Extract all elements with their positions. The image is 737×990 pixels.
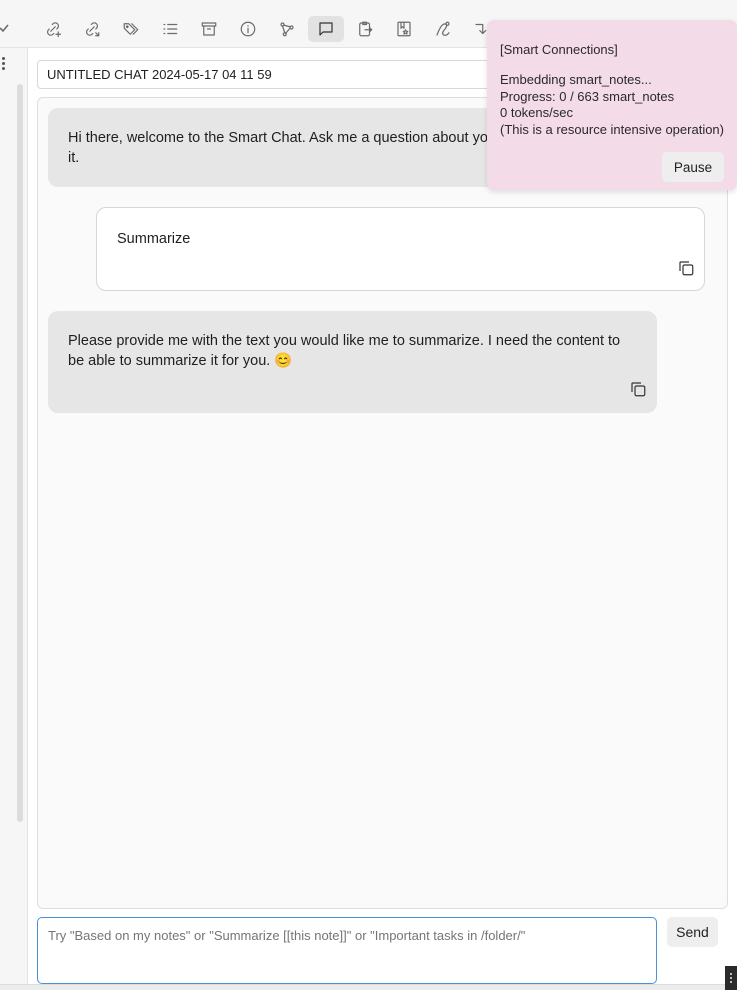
hand-drawn-icon[interactable]	[432, 18, 454, 40]
copy-icon[interactable]	[677, 259, 695, 277]
clipboard-export-icon[interactable]	[354, 18, 376, 40]
chat-icon[interactable]	[308, 16, 344, 42]
info-icon[interactable]	[237, 18, 259, 40]
resize-handle[interactable]	[725, 966, 737, 990]
user-message: Summarize	[96, 207, 705, 291]
chat-messages-area: Hi there, welcome to the Smart Chat. Ask…	[37, 97, 728, 909]
scrollbar[interactable]	[17, 84, 23, 822]
notice-title: [Smart Connections]	[500, 42, 618, 57]
notice-progress: Progress: 0 / 663 smart_notes	[500, 88, 675, 104]
chat-input[interactable]	[37, 917, 657, 984]
left-panel-strip	[0, 48, 28, 984]
notice-body: Embedding smart_notes... Progress: 0 / 6…	[500, 72, 724, 138]
send-button[interactable]: Send	[667, 917, 718, 947]
bookmark-star-icon[interactable]	[393, 18, 415, 40]
message-text: Please provide me with the text you woul…	[68, 333, 621, 369]
check-icon[interactable]	[0, 22, 12, 34]
status-bar	[0, 984, 737, 990]
notice-line: Embedding smart_notes...	[500, 72, 652, 87]
app-window: UNTITLED CHAT 2024-05-17 04 11 59 Hi the…	[0, 0, 737, 990]
message-text: Summarize	[117, 231, 191, 247]
notice-warning: (This is a resource intensive operation)	[500, 121, 724, 137]
graph-icon[interactable]	[276, 18, 298, 40]
notice-rate: 0 tokens/sec	[500, 105, 573, 120]
link-out-icon[interactable]	[81, 18, 103, 40]
assistant-message: Please provide me with the text you woul…	[48, 311, 657, 413]
more-options-icon[interactable]	[2, 57, 8, 73]
list-icon[interactable]	[159, 18, 181, 40]
smart-connections-notice: [Smart Connections] Embedding smart_note…	[487, 20, 737, 190]
copy-icon[interactable]	[629, 380, 647, 398]
link-add-icon[interactable]	[42, 18, 64, 40]
pause-button[interactable]: Pause	[662, 152, 724, 182]
tags-icon[interactable]	[120, 18, 142, 40]
archive-icon[interactable]	[198, 18, 220, 40]
